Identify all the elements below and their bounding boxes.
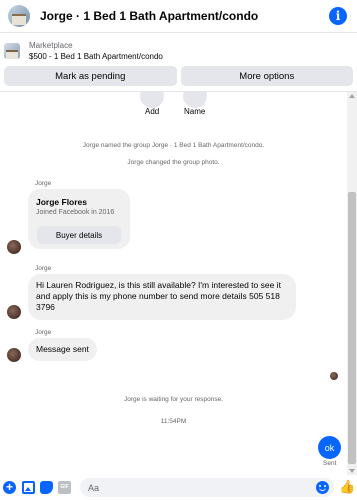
add-label: Add — [145, 107, 160, 116]
message-composer: + GIF 👍 — [0, 475, 357, 500]
message-input-wrapper — [80, 478, 334, 497]
scroll-down-arrow-icon[interactable] — [349, 469, 355, 473]
gif-icon[interactable]: GIF — [58, 481, 71, 494]
add-people-icon[interactable] — [140, 92, 164, 108]
sender-name: Jorge — [35, 265, 52, 272]
edit-name-icon[interactable] — [183, 92, 207, 108]
sender-name: Jorge — [35, 180, 52, 187]
sender-avatar[interactable] — [7, 305, 21, 319]
listing-thumbnail — [4, 43, 20, 59]
photo-icon[interactable] — [22, 481, 35, 494]
plus-icon[interactable]: + — [3, 481, 16, 494]
chat-header: Jorge · 1 Bed 1 Bath Apartment/condo i — [0, 0, 357, 33]
scroll-up-arrow-icon[interactable] — [349, 94, 355, 98]
message-list[interactable]: Add Name Jorge named the group Jorge · 1… — [0, 92, 347, 475]
sender-name: Jorge — [35, 329, 52, 336]
message-bubble[interactable]: Hi Lauren Rodriguez, is this still avail… — [28, 274, 296, 320]
sent-status: Sent — [323, 460, 337, 467]
group-avatar[interactable] — [8, 5, 30, 27]
buyer-details-button[interactable]: Buyer details — [37, 226, 121, 244]
message-bubble[interactable]: Message sent — [28, 338, 97, 361]
marketplace-label: Marketplace — [29, 41, 73, 50]
message-input[interactable] — [88, 478, 308, 497]
seen-avatar — [330, 372, 338, 380]
chat-title[interactable]: Jorge · 1 Bed 1 Bath Apartment/condo — [40, 9, 258, 23]
name-label: Name — [184, 107, 206, 116]
listing-actions: Mark as pending More options — [4, 66, 353, 86]
info-icon[interactable]: i — [329, 7, 347, 25]
system-message-photo: Jorge changed the group photo. — [127, 159, 220, 166]
emoji-icon[interactable] — [316, 481, 329, 494]
scrollbar-thumb[interactable] — [348, 192, 356, 464]
timestamp: 11:54PM — [160, 418, 187, 425]
outgoing-message-bubble[interactable]: ok — [318, 436, 341, 459]
sender-avatar[interactable] — [7, 240, 21, 254]
sender-avatar[interactable] — [7, 348, 21, 362]
system-message-named: Jorge named the group Jorge · 1 Bed 1 Ba… — [82, 142, 265, 149]
marketplace-listing[interactable]: Marketplace $500 - 1 Bed 1 Bath Apartmen… — [0, 37, 357, 65]
more-options-button[interactable]: More options — [180, 66, 353, 86]
like-thumbs-up-icon[interactable]: 👍 — [339, 480, 355, 494]
profile-card: Jorge Flores Joined Facebook in 2016 Buy… — [28, 189, 130, 249]
mark-as-pending-button[interactable]: Mark as pending — [4, 66, 177, 86]
listing-text: Marketplace $500 - 1 Bed 1 Bath Apartmen… — [29, 40, 163, 62]
waiting-message: Jorge is waiting for your response. — [124, 396, 223, 403]
scrollbar[interactable] — [347, 92, 357, 475]
sticker-icon[interactable] — [40, 481, 53, 494]
card-profile-name[interactable]: Jorge Flores — [36, 197, 87, 207]
card-joined-text: Joined Facebook in 2016 — [36, 209, 115, 216]
listing-title: $500 - 1 Bed 1 Bath Apartment/condo — [29, 52, 163, 61]
